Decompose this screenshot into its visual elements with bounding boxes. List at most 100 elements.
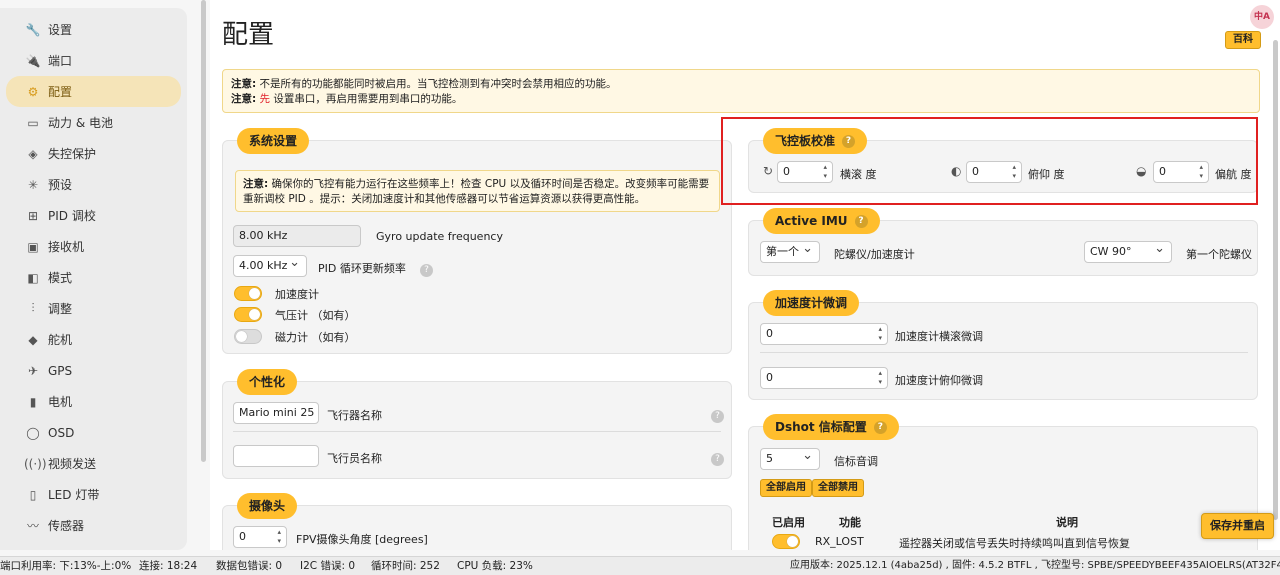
panel-title-text: 摄像头 <box>249 499 286 513</box>
presets-icon: ✳ <box>27 177 39 192</box>
warning-text: 确保你的飞控有能力运行在这些频率上！检查 CPU 以及循环时间是否稳定。改变频率… <box>243 178 710 205</box>
accelerometer-toggle[interactable] <box>234 286 262 301</box>
sidebar-item-label: 配置 <box>48 85 73 99</box>
yaw-icon: ◒ <box>1136 164 1147 178</box>
divider <box>233 431 721 432</box>
receiver-icon: ▣ <box>27 239 39 254</box>
gyro-frequency-field[interactable]: 8.00 kHz <box>233 225 361 247</box>
sidebar-item[interactable]: ✳ 预设 <box>6 169 181 200</box>
sidebar-item[interactable]: ⚙ 配置 <box>6 76 181 107</box>
frequency-warning: 注意: 确保你的飞控有能力运行在这些频率上！检查 CPU 以及循环时间是否稳定。… <box>235 170 720 212</box>
sensors-icon: 〰 <box>26 519 39 533</box>
panel-title-text: 系统设置 <box>249 134 298 148</box>
system-settings-panel: 系统设置 注意: 确保你的飞控有能力运行在这些频率上！检查 CPU 以及循环时间… <box>222 128 732 354</box>
sidebar-item[interactable]: ◧ 模式 <box>6 262 181 293</box>
sidebar-item[interactable]: ◯ OSD <box>6 417 181 448</box>
pitch-icon: ◐ <box>951 164 962 178</box>
sidebar-item[interactable]: ▯ LED 灯带 <box>6 479 181 510</box>
warning-label: 注意: <box>243 178 269 190</box>
help-icon[interactable]: ? <box>420 264 433 277</box>
imu-select[interactable]: 第一个 <box>760 239 820 263</box>
camera-panel: 摄像头 0 FPV摄像头角度 [degrees] <box>222 493 732 550</box>
gyro-orientation-select[interactable]: CW 90° <box>1084 239 1172 263</box>
sidebar-item-label: 接收机 <box>48 240 85 254</box>
main-scrollbar[interactable] <box>1273 40 1278 520</box>
panel-title-text: Dshot 信标配置 <box>775 420 867 434</box>
translate-icon[interactable]: 中A <box>1250 5 1274 29</box>
panel-title-text: 加速度计微调 <box>775 296 848 310</box>
log-icon: ▤ <box>24 550 42 551</box>
toggle-knob <box>787 536 798 547</box>
help-icon[interactable]: ? <box>842 134 856 148</box>
acc-pitch-trim-input[interactable]: 0 <box>760 367 888 389</box>
divider <box>760 352 1248 353</box>
help-icon[interactable]: ? <box>711 410 724 423</box>
gyro-frequency-label: Gyro update frequency <box>376 230 503 243</box>
camera-angle-label: FPV摄像头角度 [degrees] <box>296 533 428 546</box>
sidebar-item-label: 动力 & 电池 <box>48 116 113 130</box>
craft-name-label: 飞行器名称 <box>327 409 382 422</box>
acc-roll-trim-input[interactable]: 0 <box>760 323 888 345</box>
cycle-time: 循环时间: 252 <box>371 560 440 572</box>
sidebar-item[interactable]: ▮ 电机 <box>6 386 181 417</box>
adjustments-icon: ⫶ <box>31 301 35 315</box>
sidebar-item-label: 预设 <box>48 178 73 192</box>
panel-title-text: Active IMU <box>775 214 848 228</box>
yaw-degrees-input[interactable]: 0 <box>1153 161 1209 183</box>
sidebar-item-label: GPS <box>48 363 73 378</box>
pid-loop-select[interactable]: 4.00 kHz <box>233 253 307 277</box>
pitch-degrees-input[interactable]: 0 <box>966 161 1022 183</box>
sidebar-item[interactable]: ◆ 舵机 <box>6 324 181 355</box>
board-alignment-title: 飞控板校准? <box>763 128 868 154</box>
camera-angle-input[interactable]: 0 <box>233 526 287 548</box>
toggle-knob <box>249 288 260 299</box>
toggle-knob <box>249 309 260 320</box>
save-and-reboot-button[interactable]: 保存并重启 <box>1201 513 1274 539</box>
magnetometer-toggle[interactable] <box>234 329 262 344</box>
sidebar-item[interactable]: ▣ 接收机 <box>6 231 181 262</box>
help-icon[interactable]: ? <box>711 453 724 466</box>
magnetometer-label: 磁力计 （如有） <box>275 331 356 344</box>
panel-title-text: 飞控板校准 <box>775 134 836 148</box>
accelerometer-trim-panel: 加速度计微调 0 加速度计横滚微调 0 加速度计俯仰微调 <box>748 290 1258 400</box>
disable-all-button[interactable]: 全部禁用 <box>812 479 864 497</box>
gps-icon: ✈ <box>27 363 39 378</box>
roll-degrees-input[interactable]: 0 <box>777 161 833 183</box>
osd-icon: ◯ <box>26 425 40 440</box>
sidebar-item[interactable]: 🔧 设置 <box>6 14 181 45</box>
sidebar-item-label: 模式 <box>48 271 73 285</box>
notice-text: 设置串口，再启用需要用到串口的功能。 <box>273 93 463 105</box>
packet-errors: 数据包错误: 0 <box>216 560 283 572</box>
sidebar-item[interactable]: 〰传感器 <box>6 510 181 541</box>
acc-pitch-trim-label: 加速度计俯仰微调 <box>895 374 983 387</box>
sidebar-item[interactable]: ⫶ 调整 <box>6 293 181 324</box>
help-icon[interactable]: ? <box>854 214 868 228</box>
toggle-knob <box>236 331 247 342</box>
sidebar-item[interactable]: ◈ 失控保护 <box>6 138 181 169</box>
sidebar-item[interactable]: 🔌 端口 <box>6 45 181 76</box>
barometer-toggle[interactable] <box>234 307 262 322</box>
pilot-name-input[interactable] <box>233 445 319 467</box>
craft-name-input[interactable]: Mario mini 25 <box>233 402 319 424</box>
personalization-panel: 个性化 Mario mini 25 飞行器名称 ? 飞行员名称 ? <box>222 369 732 479</box>
beacon-tone-label: 信标音调 <box>834 455 878 468</box>
help-icon[interactable]: ? <box>873 420 887 434</box>
sidebar-item[interactable]: ▭ 动力 & 电池 <box>6 107 181 138</box>
sidebar-item[interactable]: ((·)) 视频发送 <box>6 448 181 479</box>
wiki-button[interactable]: 百科 <box>1225 31 1261 49</box>
imu-select-label: 陀螺仪/加速度计 <box>834 248 915 261</box>
sidebar-scrollbar[interactable] <box>201 0 206 462</box>
notice-emphasis: 先 <box>256 93 274 105</box>
beacon-tone-select[interactable]: 5 <box>760 446 820 470</box>
sidebar-item[interactable]: ✈ GPS <box>6 355 181 386</box>
roll-degrees-label: 横滚 度 <box>840 168 877 181</box>
pilot-name-label: 飞行员名称 <box>327 452 382 465</box>
enable-all-button[interactable]: 全部启用 <box>760 479 812 497</box>
sidebar-item[interactable]: ▤ 增益日志 <box>6 541 181 551</box>
sidebar-item-label: OSD <box>48 425 75 440</box>
app-window: 🔧 设置 🔌 端口 ⚙ 配置 ▭ 动力 & 电池 ◈ 失控保护 ✳ 预设 ⊞ PID 调校 ▣ 接收机 ◧ 模式 ⫶… <box>0 0 1280 575</box>
wrench-icon: 🔧 <box>25 22 41 37</box>
rx-lost-toggle[interactable] <box>772 534 800 549</box>
pid-icon: ⊞ <box>27 208 39 223</box>
sidebar-item[interactable]: ⊞ PID 调校 <box>6 200 181 231</box>
